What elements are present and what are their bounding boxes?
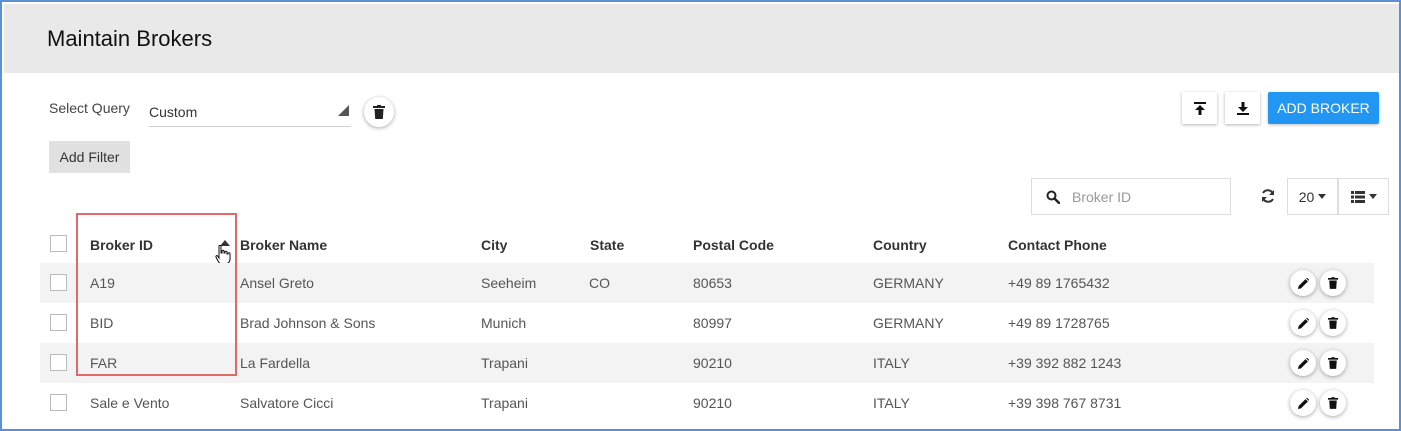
trash-icon: [1328, 277, 1338, 289]
row-actions: [1290, 343, 1346, 383]
cell-broker-id: BID: [90, 315, 114, 331]
delete-row-button[interactable]: [1320, 350, 1346, 376]
table-row[interactable]: BID Brad Johnson & Sons Munich 80997 GER…: [40, 303, 1374, 343]
edit-button[interactable]: [1290, 310, 1316, 336]
column-header-broker-name[interactable]: Broker Name: [240, 226, 327, 263]
search-box: [1031, 178, 1231, 215]
pencil-icon: [1297, 397, 1309, 409]
column-header-broker-id[interactable]: Broker ID: [90, 226, 153, 263]
column-header-contact-phone[interactable]: Contact Phone: [1008, 226, 1107, 263]
cell-postal-code: 80997: [693, 315, 732, 331]
add-filter-button[interactable]: Add Filter: [49, 141, 130, 173]
hand-pointer-icon: [215, 245, 231, 265]
cell-contact-phone: +39 392 882 1243: [1008, 355, 1122, 371]
column-header-country[interactable]: Country: [873, 226, 927, 263]
cell-postal-code: 90210: [693, 395, 732, 411]
cell-broker-id: Sale e Vento: [90, 395, 170, 411]
pencil-icon: [1297, 357, 1309, 369]
cell-country: ITALY: [873, 355, 910, 371]
cell-state: CO: [589, 275, 610, 291]
select-all-checkbox[interactable]: [50, 235, 67, 252]
pencil-icon: [1297, 317, 1309, 329]
table-row[interactable]: Sale e Vento Salvatore Cicci Trapani 902…: [40, 383, 1374, 423]
row-checkbox[interactable]: [50, 314, 67, 331]
list-icon: [1350, 190, 1365, 203]
cell-broker-id: A19: [90, 275, 115, 291]
trash-icon: [1328, 357, 1338, 369]
search-icon: [1046, 190, 1060, 204]
table-row[interactable]: A19 Ansel Greto Seeheim CO 80653 GERMANY…: [40, 263, 1374, 303]
cell-country: GERMANY: [873, 275, 944, 291]
row-actions: [1290, 303, 1346, 343]
cell-postal-code: 80653: [693, 275, 732, 291]
cell-city: Seeheim: [481, 275, 537, 291]
page-header: Maintain Brokers: [4, 4, 1399, 73]
cell-postal-code: 90210: [693, 355, 732, 371]
table-header: Broker ID Broker Name City State Postal …: [40, 226, 1374, 265]
row-checkbox[interactable]: [50, 354, 67, 371]
download-icon: [1236, 101, 1249, 115]
columns-menu-button[interactable]: [1338, 178, 1389, 215]
page-size-select[interactable]: 20: [1287, 178, 1338, 215]
dropdown-caret-icon: [338, 105, 349, 116]
table-row[interactable]: FAR La Fardella Trapani 90210 ITALY +39 …: [40, 343, 1374, 383]
edit-button[interactable]: [1290, 350, 1316, 376]
cell-country: GERMANY: [873, 315, 944, 331]
edit-button[interactable]: [1290, 390, 1316, 416]
query-select-value: Custom: [149, 104, 198, 120]
column-header-city[interactable]: City: [481, 226, 507, 263]
trash-icon: [373, 105, 385, 119]
cell-contact-phone: +49 89 1728765: [1008, 315, 1110, 331]
cell-city: Munich: [481, 315, 527, 331]
app-window: Maintain Brokers Select Query Custom Add…: [0, 0, 1401, 431]
pencil-icon: [1297, 277, 1309, 289]
trash-icon: [1328, 317, 1338, 329]
query-select[interactable]: Custom: [149, 96, 351, 127]
download-button[interactable]: [1225, 92, 1260, 124]
delete-query-button[interactable]: [364, 97, 394, 127]
cell-contact-phone: +49 89 1765432: [1008, 275, 1110, 291]
cell-broker-name: La Fardella: [240, 355, 311, 371]
cell-broker-name: Salvatore Cicci: [240, 395, 334, 411]
column-header-state[interactable]: State: [590, 226, 624, 263]
page-title: Maintain Brokers: [47, 26, 213, 51]
brokers-table: Broker ID Broker Name City State Postal …: [40, 226, 1374, 423]
cell-contact-phone: +39 398 767 8731: [1008, 395, 1122, 411]
row-checkbox[interactable]: [50, 394, 67, 411]
upload-button[interactable]: [1182, 92, 1217, 124]
page-size-value: 20: [1298, 188, 1315, 205]
cell-broker-name: Brad Johnson & Sons: [240, 315, 376, 331]
row-checkbox[interactable]: [50, 274, 67, 291]
trash-icon: [1328, 397, 1338, 409]
row-actions: [1290, 263, 1346, 303]
refresh-icon: [1262, 189, 1274, 203]
select-query-label: Select Query: [49, 100, 130, 116]
delete-row-button[interactable]: [1320, 310, 1346, 336]
delete-row-button[interactable]: [1320, 390, 1346, 416]
refresh-button[interactable]: [1260, 188, 1276, 209]
cell-broker-name: Ansel Greto: [240, 275, 314, 291]
cell-broker-id: FAR: [90, 355, 118, 371]
search-input[interactable]: [1072, 187, 1222, 207]
cell-city: Trapani: [481, 395, 528, 411]
upload-icon: [1193, 101, 1206, 115]
add-broker-button[interactable]: ADD BROKER: [1268, 92, 1379, 124]
delete-row-button[interactable]: [1320, 270, 1346, 296]
chevron-down-icon: [1318, 194, 1327, 199]
edit-button[interactable]: [1290, 270, 1316, 296]
cell-city: Trapani: [481, 355, 528, 371]
cell-country: ITALY: [873, 395, 910, 411]
column-header-postal-code[interactable]: Postal Code: [693, 226, 774, 263]
row-actions: [1290, 383, 1346, 423]
chevron-down-icon: [1368, 194, 1377, 199]
